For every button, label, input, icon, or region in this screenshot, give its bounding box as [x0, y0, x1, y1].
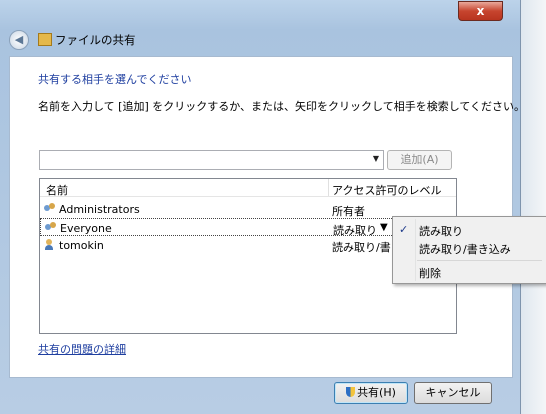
back-arrow-icon: ◀	[14, 33, 24, 46]
page-heading: 共有する相手を選んでください	[38, 73, 192, 86]
list-header: 名前 アクセス許可のレベル	[40, 179, 456, 197]
column-divider[interactable]	[328, 179, 329, 196]
add-button[interactable]: 追加(A)	[387, 150, 452, 170]
row-name: tomokin	[59, 239, 104, 252]
menu-item-read[interactable]: 読み取り	[419, 223, 463, 239]
permission-dropdown-icon[interactable]: ▼	[380, 222, 388, 233]
permission-menu: ✓ 読み取り 読み取り/書き込み 削除	[392, 216, 546, 284]
user-name-combobox[interactable]: ▼	[39, 150, 384, 170]
share-button-label: 共有(H)	[357, 386, 396, 399]
close-button[interactable]: x	[458, 1, 503, 21]
share-button[interactable]: 共有(H)	[334, 382, 408, 404]
column-header-name[interactable]: 名前	[46, 182, 68, 198]
dropdown-arrow-icon[interactable]: ▼	[373, 154, 379, 163]
check-icon: ✓	[399, 223, 409, 236]
window-title: ファイルの共有	[55, 33, 136, 47]
cancel-button[interactable]: キャンセル	[414, 382, 492, 404]
uac-shield-icon	[346, 387, 356, 397]
instruction-text: 名前を入力して [追加] をクリックするか、または、矢印をクリックして相手を検索…	[38, 100, 526, 113]
menu-item-read-write[interactable]: 読み取り/書き込み	[419, 241, 511, 257]
share-folder-icon	[38, 33, 52, 46]
back-button[interactable]: ◀	[9, 30, 29, 50]
row-name: Everyone	[60, 222, 112, 235]
menu-gutter	[415, 219, 416, 281]
row-permission: 所有者	[332, 205, 365, 218]
column-header-permission[interactable]: アクセス許可のレベル	[332, 182, 441, 198]
menu-item-remove[interactable]: 削除	[419, 265, 441, 281]
background-window-edge	[521, 0, 546, 414]
menu-separator	[417, 260, 542, 261]
user-icon	[44, 239, 56, 250]
sharing-problems-link[interactable]: 共有の問題の詳細	[38, 341, 126, 357]
group-icon	[45, 222, 57, 233]
group-icon	[44, 203, 56, 214]
list-row-everyone[interactable]: Everyone 読み取り ▼	[40, 218, 410, 237]
row-name: Administrators	[59, 203, 140, 216]
